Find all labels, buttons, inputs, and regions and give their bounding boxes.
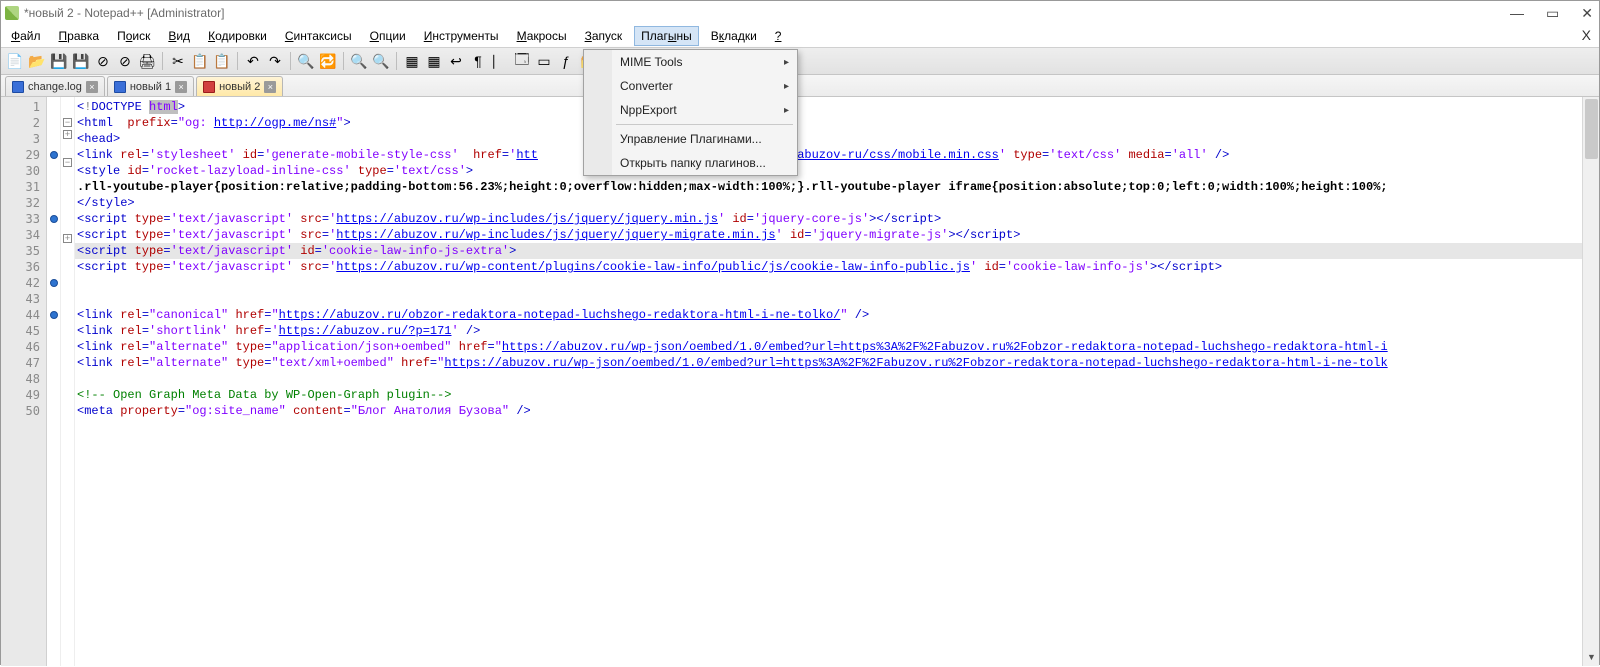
print-icon[interactable]: 🖨	[137, 51, 157, 71]
submenu-arrow-icon: ▸	[784, 81, 789, 92]
zoom-in-icon[interactable]: 🔍	[349, 51, 369, 71]
toolbar-close-x-icon[interactable]: X	[1582, 27, 1591, 43]
indent-guide-icon[interactable]: ⎸	[490, 51, 510, 71]
file-tab-new1[interactable]: новый 1 ×	[107, 76, 194, 96]
menu-encoding[interactable]: Кодировки	[202, 27, 273, 45]
close-window-button[interactable]: ✕	[1581, 5, 1593, 22]
dropdown-label: NppExport	[620, 103, 677, 117]
marker-margin	[47, 97, 61, 666]
dropdown-label: Converter	[620, 79, 673, 93]
func-list-icon[interactable]: ƒ	[556, 51, 576, 71]
menu-plugins[interactable]: Плагыны	[634, 26, 699, 46]
tab-label: новый 2	[219, 81, 260, 93]
vertical-scrollbar[interactable]: ▲ ▼	[1582, 97, 1599, 666]
wrap-icon[interactable]: ↩	[446, 51, 466, 71]
new-file-icon[interactable]: 📄	[5, 51, 25, 71]
copy-icon[interactable]: 📋	[190, 51, 210, 71]
menu-item-converter[interactable]: Converter ▸	[612, 74, 797, 98]
menu-macro[interactable]: Макросы	[511, 27, 573, 45]
save-all-icon[interactable]: 💾	[71, 51, 91, 71]
file-tab-changelog[interactable]: change.log ×	[5, 76, 105, 96]
file-tab-new2[interactable]: новый 2 ×	[196, 76, 283, 96]
toolbar-separator	[396, 52, 397, 70]
scroll-thumb[interactable]	[1585, 99, 1598, 159]
unsaved-disk-icon	[203, 81, 215, 93]
menu-settings[interactable]: Опции	[364, 27, 412, 45]
code-content[interactable]: <!DOCTYPE html><html prefix="og: http://…	[75, 97, 1599, 666]
menu-window[interactable]: Вкладки	[705, 27, 763, 45]
scroll-down-icon[interactable]: ▼	[1583, 649, 1600, 666]
menu-file[interactable]: Файл	[5, 27, 47, 45]
fold-margin: −+−+	[61, 97, 75, 666]
menu-item-open-plugins-folder[interactable]: Открыть папку плагинов...	[612, 151, 797, 175]
find-icon[interactable]: 🔍	[296, 51, 316, 71]
menu-tools[interactable]: Инструменты	[418, 27, 505, 45]
submenu-arrow-icon: ▸	[784, 57, 789, 68]
close-tab-icon[interactable]: ×	[264, 81, 276, 93]
toolbar-separator	[237, 52, 238, 70]
sync-v-icon[interactable]: ▦	[402, 51, 422, 71]
menu-item-nppexport[interactable]: NppExport ▸	[612, 98, 797, 122]
maximize-button[interactable]: ▭	[1546, 5, 1559, 22]
toolbar-separator	[162, 52, 163, 70]
title-bar: *новый 2 - Notepad++ [Administrator] — ▭…	[1, 1, 1599, 25]
menu-item-plugin-admin[interactable]: Управление Плагинами...	[612, 127, 797, 151]
plugins-dropdown-menu: MIME Tools ▸ Converter ▸ NppExport ▸ Управл…	[583, 49, 798, 176]
menu-language[interactable]: Синтаксисы	[279, 27, 358, 45]
dropdown-label: Управление Плагинами...	[620, 132, 762, 146]
close-tab-icon[interactable]: ×	[86, 81, 98, 93]
toolbar-separator	[343, 52, 344, 70]
close-all-icon[interactable]: ⊘	[115, 51, 135, 71]
menu-run[interactable]: Запуск	[579, 27, 629, 45]
app-icon	[5, 6, 19, 20]
undo-icon[interactable]: ↶	[243, 51, 263, 71]
minimize-button[interactable]: —	[1510, 5, 1524, 21]
editor-area[interactable]: 1232930313233343536424344454647484950 −+…	[1, 97, 1599, 666]
toolbar: 📄 📂 💾 💾 ⊘ ⊘ 🖨 ✂ 📋 📋 ↶ ↷ 🔍 🔁 🔍 🔍 ▦ ▦ ↩ ¶ …	[1, 47, 1599, 75]
menu-bar: Файл Правка Поиск Вид Кодировки Синтакси…	[1, 25, 1599, 47]
close-file-icon[interactable]: ⊘	[93, 51, 113, 71]
dropdown-label: MIME Tools	[620, 55, 682, 69]
toolbar-separator	[290, 52, 291, 70]
tab-label: change.log	[28, 81, 82, 93]
redo-icon[interactable]: ↷	[265, 51, 285, 71]
paste-icon[interactable]: 📋	[212, 51, 232, 71]
menu-edit[interactable]: Правка	[53, 27, 106, 45]
sync-h-icon[interactable]: ▦	[424, 51, 444, 71]
line-number-gutter: 1232930313233343536424344454647484950	[1, 97, 47, 666]
close-tab-icon[interactable]: ×	[175, 81, 187, 93]
replace-icon[interactable]: 🔁	[318, 51, 338, 71]
tab-label: новый 1	[130, 81, 171, 93]
menu-item-mime-tools[interactable]: MIME Tools ▸	[612, 50, 797, 74]
window-title: *новый 2 - Notepad++ [Administrator]	[24, 6, 224, 20]
udl-icon[interactable]: 🗔	[512, 51, 532, 71]
submenu-arrow-icon: ▸	[784, 105, 789, 116]
tab-strip: change.log × новый 1 × новый 2 ×	[1, 75, 1599, 97]
save-icon[interactable]: 💾	[49, 51, 69, 71]
saved-disk-icon	[12, 81, 24, 93]
dropdown-separator	[616, 124, 793, 125]
show-all-chars-icon[interactable]: ¶	[468, 51, 488, 71]
zoom-out-icon[interactable]: 🔍	[371, 51, 391, 71]
cut-icon[interactable]: ✂	[168, 51, 188, 71]
menu-view[interactable]: Вид	[162, 27, 196, 45]
doc-map-icon[interactable]: ▭	[534, 51, 554, 71]
menu-help[interactable]: ?	[769, 27, 788, 45]
open-file-icon[interactable]: 📂	[27, 51, 47, 71]
dropdown-label: Открыть папку плагинов...	[620, 156, 766, 170]
menu-search[interactable]: Поиск	[111, 27, 156, 45]
saved-disk-icon	[114, 81, 126, 93]
